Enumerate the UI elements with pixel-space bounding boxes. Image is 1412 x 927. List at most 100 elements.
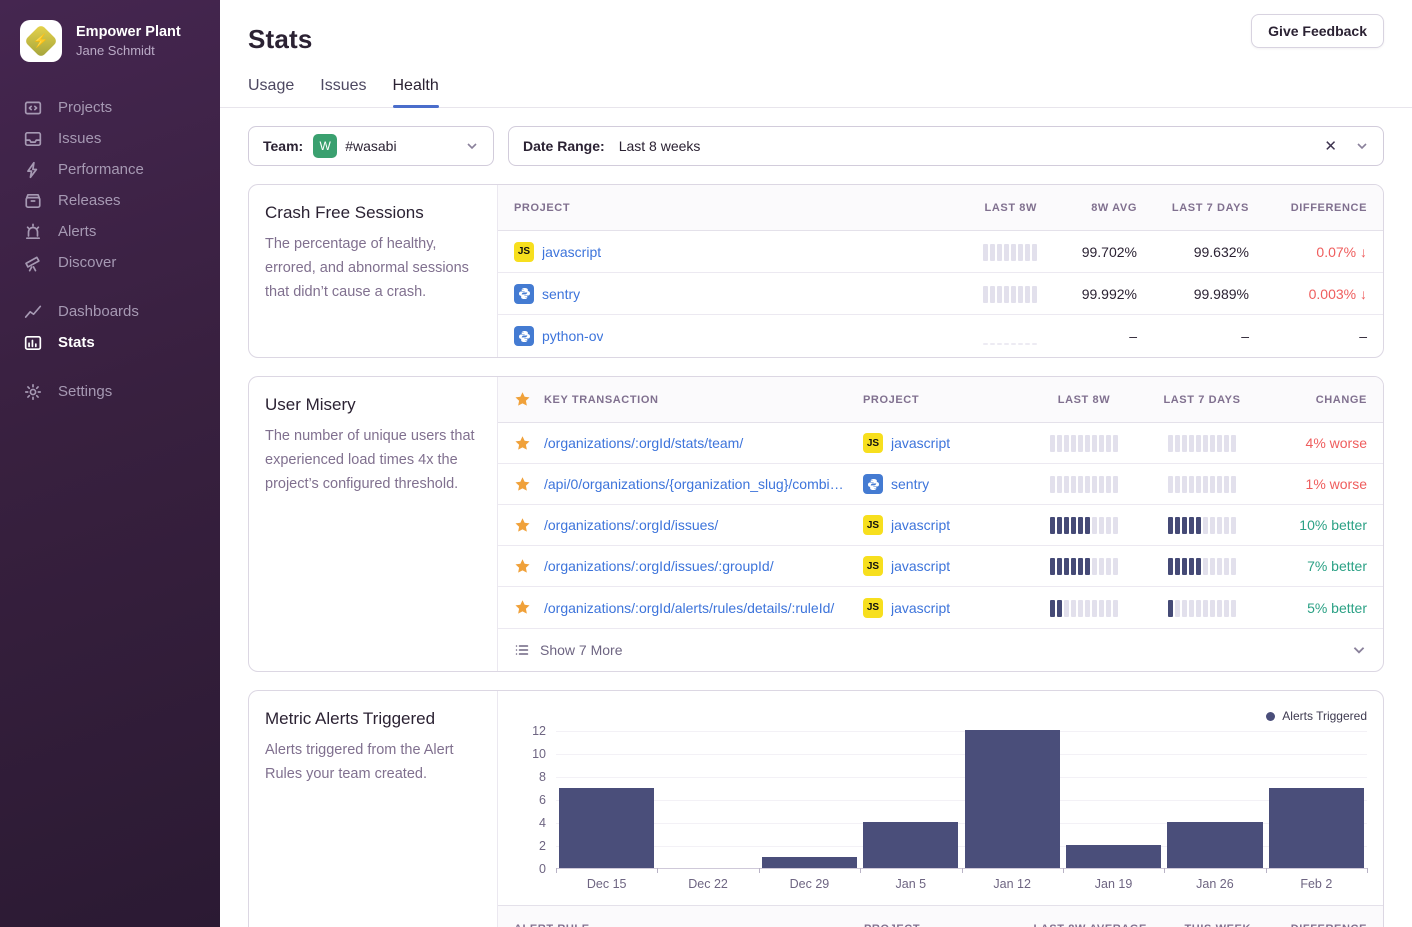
- x-axis-tick: [759, 868, 760, 873]
- column-header: THIS WEEK: [1147, 923, 1251, 927]
- sidebar-item-label: Releases: [58, 192, 121, 209]
- x-axis-tick: [556, 868, 557, 873]
- key-transaction-star-icon: [514, 517, 544, 534]
- project-cell: JS javascript: [863, 433, 1025, 453]
- table-row: /organizations/:orgId/stats/team/JS javas…: [498, 423, 1383, 464]
- chart-bar[interactable]: [762, 857, 857, 869]
- projects-icon: [24, 99, 42, 117]
- x-axis-label: Dec 22: [657, 877, 758, 891]
- team-label: Team:: [263, 138, 303, 154]
- team-avatar: W: [313, 134, 337, 158]
- chart-bar[interactable]: [965, 730, 1060, 868]
- y-axis-tick-label: 4: [516, 816, 546, 830]
- sidebar-item-releases[interactable]: Releases: [0, 185, 220, 216]
- y-axis-tick-label: 8: [516, 770, 546, 784]
- sidebar-item-settings[interactable]: Settings: [0, 376, 220, 407]
- transaction-link[interactable]: /organizations/:orgId/stats/team/: [544, 435, 845, 451]
- table-header: ALERT RULEPROJECTLAST 8W AVERAGETHIS WEE…: [498, 905, 1383, 927]
- stats-icon: [24, 334, 42, 352]
- change-value: 10% better: [1261, 517, 1367, 533]
- table-row: sentry99.992%99.989%0.003% ↓: [498, 273, 1383, 315]
- sidebar-item-issues[interactable]: Issues: [0, 123, 220, 154]
- python-platform-icon: [514, 284, 534, 304]
- project-link[interactable]: javascript: [891, 558, 950, 574]
- javascript-platform-icon: JS: [863, 556, 883, 576]
- chart-bar[interactable]: [1269, 788, 1364, 869]
- page-title: Stats: [248, 24, 1384, 55]
- chevron-down-icon[interactable]: [1355, 139, 1369, 153]
- sidebar-nav: ProjectsIssuesPerformance Releases Alerts D…: [0, 92, 220, 407]
- clear-icon[interactable]: ✕: [1324, 139, 1337, 154]
- x-axis-label: Jan 19: [1063, 877, 1164, 891]
- x-axis-tick: [657, 868, 658, 873]
- avg-8w-value: 99.992%: [1037, 286, 1137, 302]
- transaction-link[interactable]: /organizations/:orgId/issues/:groupId/: [544, 558, 845, 574]
- avg-8w-value: 99.702%: [1037, 244, 1137, 260]
- sidebar-item-stats[interactable]: Stats: [0, 327, 220, 358]
- tab-issues[interactable]: Issues: [320, 77, 366, 107]
- give-feedback-button[interactable]: Give Feedback: [1251, 14, 1384, 48]
- team-select[interactable]: Team: W #wasabi: [248, 126, 494, 166]
- transaction-cell: /organizations/:orgId/issues/:groupId/: [544, 558, 863, 574]
- y-axis-tick-label: 6: [516, 793, 546, 807]
- column-header: PROJECT: [863, 394, 1025, 406]
- project-link[interactable]: javascript: [891, 435, 950, 451]
- table-header: PROJECTLAST 8W8W AVGLAST 7 DAYSDIFFERENC…: [498, 185, 1383, 231]
- project-link[interactable]: javascript: [891, 600, 950, 616]
- chart-bar[interactable]: [863, 822, 958, 868]
- alerts-icon: [24, 223, 42, 241]
- project-link[interactable]: sentry: [542, 286, 580, 302]
- sidebar-item-discover[interactable]: Discover: [0, 247, 220, 278]
- sidebar-item-alerts[interactable]: Alerts: [0, 216, 220, 247]
- project-link[interactable]: sentry: [891, 476, 929, 492]
- panel-title: Metric Alerts Triggered: [265, 709, 481, 729]
- user-misery-panel: User Misery The number of unique users t…: [248, 376, 1384, 672]
- date-range-value: Last 8 weeks: [619, 138, 701, 154]
- chart-bar[interactable]: [1066, 845, 1161, 868]
- x-axis-label: Feb 2: [1266, 877, 1367, 891]
- project-link[interactable]: javascript: [891, 517, 950, 533]
- issues-icon: [24, 130, 42, 148]
- user-name: Jane Schmidt: [76, 43, 181, 58]
- project-cell: JSjavascript: [863, 598, 1025, 618]
- sparkline: [1168, 557, 1236, 575]
- column-header: DIFFERENCE: [1251, 923, 1367, 927]
- sidebar-item-performance[interactable]: Performance: [0, 154, 220, 185]
- tab-usage[interactable]: Usage: [248, 77, 294, 107]
- chart-bar[interactable]: [1167, 822, 1262, 868]
- sidebar-item-label: Alerts: [58, 223, 96, 240]
- show-more-row[interactable]: Show 7 More: [498, 628, 1383, 671]
- project-link[interactable]: javascript: [542, 244, 601, 260]
- org-logo: ⚡: [20, 20, 62, 62]
- sparkline: [983, 285, 1037, 303]
- sidebar-item-dashboards[interactable]: Dashboards: [0, 296, 220, 327]
- releases-icon: [24, 192, 42, 210]
- transaction-link[interactable]: /api/0/organizations/{organization_slug}…: [544, 476, 845, 492]
- sparkline: [1168, 599, 1236, 617]
- org-switcher[interactable]: ⚡ Empower Plant Jane Schmidt: [0, 0, 220, 62]
- chart-bar[interactable]: [559, 788, 654, 869]
- sidebar-item-projects[interactable]: Projects: [0, 92, 220, 123]
- python-platform-icon: [863, 474, 883, 494]
- transaction-link[interactable]: /organizations/:orgId/alerts/rules/detai…: [544, 600, 845, 616]
- performance-icon: [24, 161, 42, 179]
- sidebar-item-label: Discover: [58, 254, 116, 271]
- x-axis-tick: [1367, 868, 1368, 873]
- tab-health[interactable]: Health: [393, 77, 439, 107]
- sparkline: [1050, 516, 1118, 534]
- transaction-cell: /organizations/:orgId/stats/team/: [544, 435, 863, 451]
- panel-title: User Misery: [265, 395, 481, 415]
- y-axis-tick-label: 0: [516, 862, 546, 876]
- transaction-link[interactable]: /organizations/:orgId/issues/: [544, 517, 845, 533]
- transaction-cell: /organizations/:orgId/issues/: [544, 517, 863, 533]
- dashboards-icon: [24, 303, 42, 321]
- project-link[interactable]: python-ov: [542, 328, 603, 344]
- metric-alerts-panel: Metric Alerts Triggered Alerts triggered…: [248, 690, 1384, 927]
- table-row: /organizations/:orgId/alerts/rules/detai…: [498, 587, 1383, 628]
- avg-8w-value: –: [1037, 328, 1137, 344]
- date-range-select[interactable]: Date Range: Last 8 weeks ✕: [508, 126, 1384, 166]
- project-cell: python-ov: [514, 326, 927, 346]
- column-header: LAST 8W: [927, 202, 1037, 214]
- project-cell: JSjavascript: [863, 515, 1025, 535]
- javascript-platform-icon: JS: [863, 433, 883, 453]
